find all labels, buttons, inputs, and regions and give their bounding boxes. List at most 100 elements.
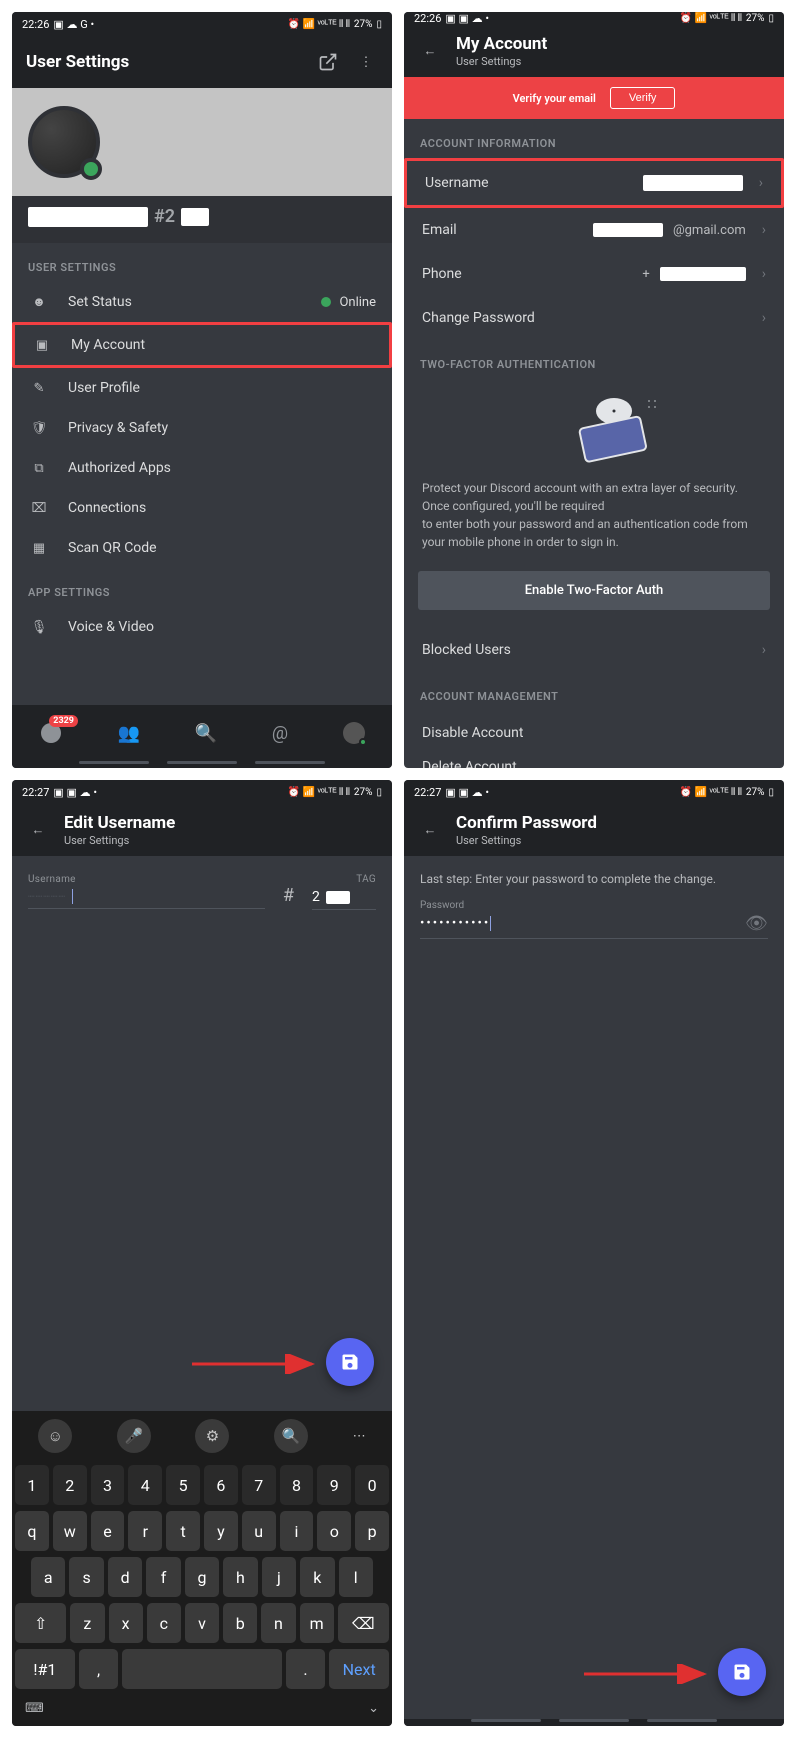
my-account-item[interactable]: ▣ My Account [12,322,392,368]
key-7[interactable]: 7 [242,1465,276,1505]
status-time: 22:27 [414,786,441,799]
username-row[interactable]: Username › [404,158,784,208]
status-battery: 27% [354,787,373,798]
back-icon[interactable]: ← [418,39,442,63]
key-y[interactable]: y [204,1511,238,1551]
key-k[interactable]: k [300,1557,334,1597]
key-f[interactable]: f [146,1557,180,1597]
keyboard-switch-icon[interactable]: ⌨ [25,1701,44,1716]
key-⌫[interactable]: ⌫ [338,1603,389,1643]
key-4[interactable]: 4 [128,1465,162,1505]
key-9[interactable]: 9 [317,1465,351,1505]
key-e[interactable]: e [91,1511,125,1551]
key-comma[interactable]: , [79,1649,119,1689]
nav-avatar-icon[interactable] [343,722,365,744]
key-8[interactable]: 8 [280,1465,314,1505]
password-input[interactable]: ••••••••••• 👁 [420,913,768,939]
page-subtitle: User Settings [456,55,547,68]
key-1[interactable]: 1 [15,1465,49,1505]
key-x[interactable]: x [109,1603,143,1643]
emoji-button[interactable]: ☺ [38,1419,72,1453]
statusbar: 22:27▣ ▣ ☁ • ⏰ 📶 ᵛᵒᴸᵀᴱ ⫴ ⫴27%▯ [404,780,784,804]
status-time: 22:26 [414,12,441,25]
key-n[interactable]: n [261,1603,295,1643]
authorized-apps-item[interactable]: ⧉ Authorized Apps [12,448,392,488]
eye-icon[interactable]: 👁 [745,913,768,934]
key-c[interactable]: c [147,1603,181,1643]
tag-input[interactable]: 2 [312,889,376,910]
voice-video-item[interactable]: 🎙 Voice & Video [12,607,392,647]
scan-qr-item[interactable]: ▦ Scan QR Code [12,528,392,568]
set-status-item[interactable]: ☻ Set Status Online [12,282,392,322]
settings-button[interactable]: ⚙ [195,1419,229,1453]
key-w[interactable]: w [53,1511,87,1551]
more-button[interactable]: ⋯ [353,1429,366,1444]
key-o[interactable]: o [317,1511,351,1551]
statusbar: 22:26 ▣ ☁ G • ⏰ 📶 ᵛᵒᴸᵀᴱ ⫴ ⫴ 27% ▯ [12,12,392,36]
disable-account-row[interactable]: Disable Account [404,711,784,755]
key-6[interactable]: 6 [204,1465,238,1505]
username-label: Username [28,874,265,885]
search-button[interactable]: 🔍 [274,1419,308,1453]
keyboard-collapse-icon[interactable]: ⌄ [368,1701,379,1716]
key-5[interactable]: 5 [166,1465,200,1505]
email-row[interactable]: Email @gmail.com › [404,208,784,252]
username-input[interactable]: ┈┈┈┈┈ [28,889,265,909]
export-icon[interactable] [316,50,340,74]
key-next[interactable]: Next [329,1649,389,1689]
key-t[interactable]: t [166,1511,200,1551]
section-2fa: TWO-FACTOR AUTHENTICATION [404,340,784,379]
key-g[interactable]: g [185,1557,219,1597]
enable-2fa-button[interactable]: Enable Two-Factor Auth [418,571,770,610]
verify-button[interactable]: Verify [610,87,676,109]
key-i[interactable]: i [280,1511,314,1551]
nav-friends-icon[interactable]: 👥 [118,723,140,744]
key-r[interactable]: r [128,1511,162,1551]
key-space[interactable] [122,1649,281,1689]
user-profile-item[interactable]: ✎ User Profile [12,368,392,408]
key-l[interactable]: l [339,1557,373,1597]
key-⇧[interactable]: ⇧ [15,1603,66,1643]
apps-icon: ⧉ [28,461,50,476]
back-icon[interactable]: ← [26,818,50,842]
key-3[interactable]: 3 [91,1465,125,1505]
change-password-row[interactable]: Change Password › [404,296,784,340]
privacy-item[interactable]: 🛡 Privacy & Safety [12,408,392,448]
key-b[interactable]: b [223,1603,257,1643]
nav-home-icon[interactable]: 2329 [39,721,63,745]
nav-mentions-icon[interactable]: @ [272,723,288,744]
save-icon [732,1662,752,1682]
key-m[interactable]: m [300,1603,334,1643]
nav-search-icon[interactable]: 🔍 [195,723,217,744]
save-fab[interactable] [718,1648,766,1696]
save-icon [340,1352,360,1372]
key-s[interactable]: s [69,1557,103,1597]
key-symbols[interactable]: !#1 [15,1649,75,1689]
password-field: Password ••••••••••• 👁 [404,890,784,949]
mic-icon: 🎙 [28,620,50,635]
key-period[interactable]: . [286,1649,326,1689]
back-icon[interactable]: ← [418,818,442,842]
key-z[interactable]: z [70,1603,104,1643]
key-v[interactable]: v [185,1603,219,1643]
shield-icon: 🛡 [28,421,50,436]
voice-input-button[interactable]: 🎤 [117,1419,151,1453]
bottom-nav: 2329 👥 🔍 @ [12,705,392,761]
phone-row[interactable]: Phone + › [404,252,784,296]
save-fab[interactable] [326,1338,374,1386]
key-h[interactable]: h [223,1557,257,1597]
key-0[interactable]: 0 [355,1465,389,1505]
key-j[interactable]: j [262,1557,296,1597]
verify-banner: Verify your email Verify [404,77,784,119]
blocked-users-row[interactable]: Blocked Users › [404,628,784,672]
delete-account-row[interactable]: Delete Account [404,755,784,768]
key-q[interactable]: q [15,1511,49,1551]
key-p[interactable]: p [355,1511,389,1551]
key-u[interactable]: u [242,1511,276,1551]
more-icon[interactable]: ⋮ [354,50,378,74]
key-2[interactable]: 2 [53,1465,87,1505]
key-d[interactable]: d [108,1557,142,1597]
connections-item[interactable]: ⌧ Connections [12,488,392,528]
key-a[interactable]: a [31,1557,65,1597]
avatar[interactable] [28,106,100,178]
